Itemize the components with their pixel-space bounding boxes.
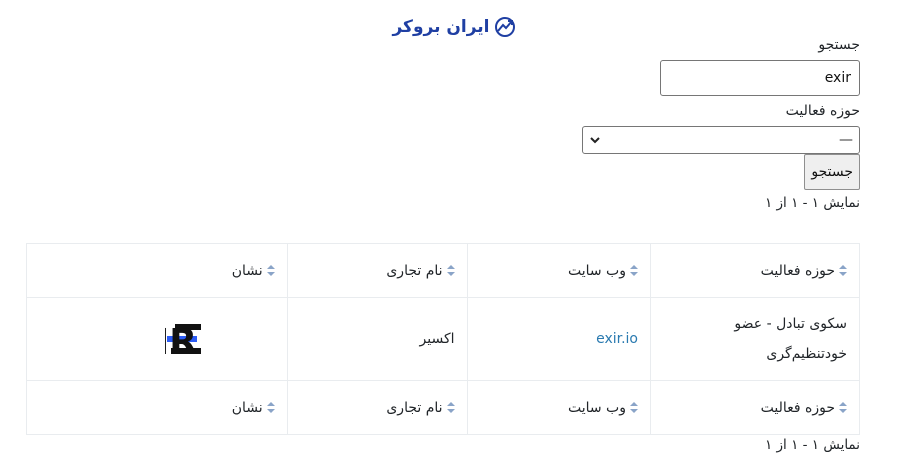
column-footer-label: وب سایت [567, 399, 626, 416]
activity-filter-label: حوزه فعالیت [785, 103, 860, 119]
sort-icon [630, 264, 638, 276]
column-footer-label: حوزه فعالیت [760, 399, 835, 416]
column-header-label: نشان [231, 262, 263, 279]
search-label: جستجو [818, 37, 860, 53]
table-row: سکوی تبادل - عضو خودتنظیم‌گری exir.io اک… [26, 297, 860, 381]
result-count-top: نمایش ۱ - ۱ از ۱ [764, 195, 860, 211]
search-input[interactable] [660, 60, 860, 96]
chevron-down-icon [590, 137, 600, 144]
table-header-row: حوزه فعالیت وب سایت نام تجاری نشان [26, 243, 860, 298]
sort-icon [446, 401, 455, 413]
activity-filter-select[interactable]: — [582, 126, 860, 154]
result-count-bottom: نمایش ۱ - ۱ از ۱ [764, 437, 860, 453]
column-footer-label: نام تجاری [386, 399, 443, 416]
sort-icon [630, 401, 638, 413]
table-footer-row: حوزه فعالیت وب سایت نام تجاری نشان [26, 380, 860, 435]
brand-name: ایران بروکر [392, 17, 490, 37]
column-header-logo[interactable]: نشان [26, 243, 288, 298]
activity-filter-value: — [839, 132, 853, 148]
search-button[interactable]: جستجو [804, 154, 860, 190]
column-footer-brand-name[interactable]: نام تجاری [286, 380, 468, 435]
sort-icon [266, 264, 275, 276]
sort-icon [446, 264, 455, 276]
column-footer-label: نشان [231, 399, 263, 416]
exir-logo: EXIR [165, 322, 201, 356]
column-footer-activity[interactable]: حوزه فعالیت [650, 380, 860, 435]
brand-chart-icon [494, 17, 515, 37]
search-form: جستجو حوزه فعالیت — جستجو نمایش ۱ - ۱ از… [580, 34, 860, 212]
column-header-label: حوزه فعالیت [760, 262, 835, 279]
column-header-label: نام تجاری [386, 262, 443, 279]
activity-cell: سکوی تبادل - عضو خودتنظیم‌گری [650, 297, 860, 381]
brand-name-cell: اکسیر [286, 297, 468, 381]
logo-wordmark: EXIR [165, 322, 197, 356]
results-table: حوزه فعالیت وب سایت نام تجاری نشان سکوی … [26, 243, 860, 435]
website-link[interactable]: exir.io [596, 331, 638, 347]
column-header-label: وب سایت [567, 262, 626, 279]
column-header-activity[interactable]: حوزه فعالیت [650, 243, 860, 298]
brand-logo[interactable]: ایران بروکر [392, 16, 515, 38]
website-cell: exir.io [466, 297, 652, 381]
logo-cell: EXIR [26, 297, 288, 381]
sort-icon [839, 264, 847, 276]
sort-icon [839, 401, 847, 413]
column-header-website[interactable]: وب سایت [466, 243, 652, 298]
column-header-brand-name[interactable]: نام تجاری [286, 243, 468, 298]
column-footer-logo[interactable]: نشان [26, 380, 288, 435]
column-footer-website[interactable]: وب سایت [466, 380, 652, 435]
sort-icon [266, 401, 275, 413]
results-table-wrapper: حوزه فعالیت وب سایت نام تجاری نشان سکوی … [26, 243, 860, 435]
